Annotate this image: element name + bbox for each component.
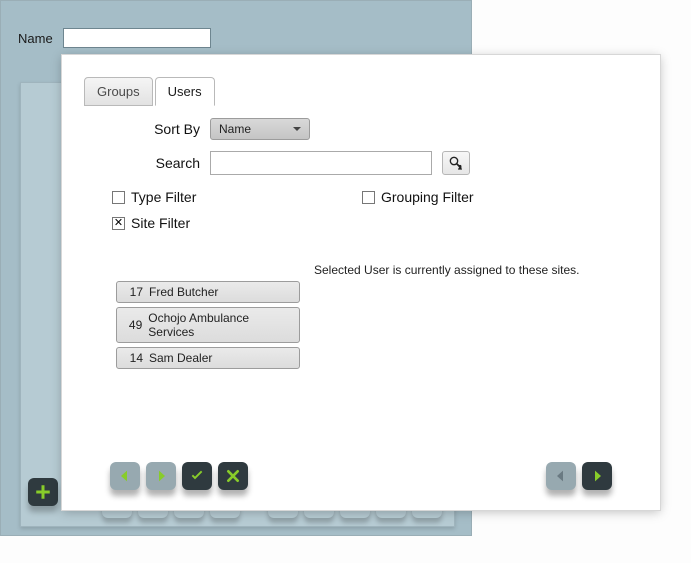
action-group-left (110, 462, 248, 490)
list-item[interactable]: 49 Ochojo Ambulance Services (116, 307, 300, 343)
user-selection-dialog: Groups Users Sort By Name Search Type Fi… (62, 55, 660, 510)
tab-bar: Groups Users (84, 77, 217, 106)
add-button[interactable] (28, 478, 58, 506)
name-input[interactable] (63, 28, 211, 48)
site-filter-row: ✕ Site Filter (112, 215, 362, 231)
name-label: Name (18, 31, 53, 46)
confirm-button[interactable] (182, 462, 212, 490)
sort-by-label: Sort By (80, 121, 200, 137)
user-name: Fred Butcher (149, 285, 218, 299)
user-id: 14 (123, 351, 143, 365)
search-button[interactable] (442, 151, 470, 175)
user-name: Sam Dealer (149, 351, 212, 365)
sort-by-row: Sort By Name (80, 118, 310, 140)
list-item[interactable]: 14 Sam Dealer (116, 347, 300, 369)
nav-back-button[interactable] (546, 462, 576, 490)
user-id: 49 (123, 318, 142, 332)
action-group-right (546, 462, 612, 490)
prev-page-button[interactable] (110, 462, 140, 490)
plus-icon (34, 483, 52, 501)
filter-panel: Type Filter Grouping Filter ✕ Site Filte… (112, 189, 612, 241)
dialog-action-bar (110, 462, 612, 490)
cancel-button[interactable] (218, 462, 248, 490)
search-people-icon (448, 155, 464, 171)
name-row: Name (18, 28, 211, 48)
sort-by-value: Name (219, 122, 251, 136)
site-filter-checkbox[interactable]: ✕ (112, 217, 125, 230)
search-label: Search (80, 155, 200, 171)
user-list: 17 Fred Butcher 49 Ochojo Ambulance Serv… (116, 281, 300, 369)
list-item[interactable]: 17 Fred Butcher (116, 281, 300, 303)
user-id: 17 (123, 285, 143, 299)
close-icon (225, 468, 241, 484)
grouping-filter-row: Grouping Filter (362, 189, 612, 205)
next-page-button[interactable] (146, 462, 176, 490)
arrow-left-icon (553, 468, 569, 484)
tab-groups[interactable]: Groups (84, 77, 153, 106)
arrow-right-icon (589, 468, 605, 484)
arrow-left-icon (117, 468, 133, 484)
site-filter-label: Site Filter (131, 215, 190, 231)
search-input[interactable] (210, 151, 432, 175)
search-row: Search (80, 151, 470, 175)
type-filter-row: Type Filter (112, 189, 362, 205)
grouping-filter-checkbox[interactable] (362, 191, 375, 204)
type-filter-label: Type Filter (131, 189, 196, 205)
type-filter-checkbox[interactable] (112, 191, 125, 204)
nav-forward-button[interactable] (582, 462, 612, 490)
assigned-sites-text: Selected User is currently assigned to t… (314, 263, 579, 277)
grouping-filter-label: Grouping Filter (381, 189, 474, 205)
sort-by-select[interactable]: Name (210, 118, 310, 140)
arrow-right-icon (153, 468, 169, 484)
tab-users[interactable]: Users (155, 77, 215, 106)
user-name: Ochojo Ambulance Services (148, 311, 293, 339)
check-icon (189, 468, 205, 484)
